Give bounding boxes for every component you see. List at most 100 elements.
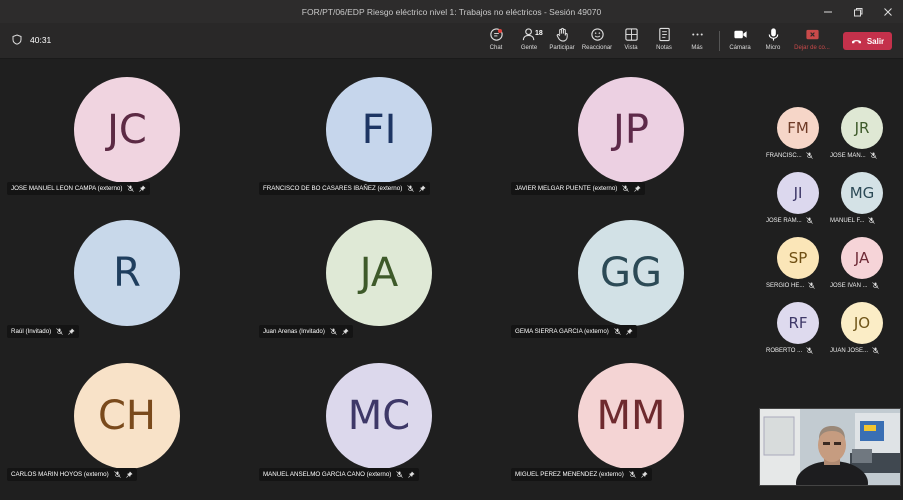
- notes-label: Notas: [656, 45, 672, 51]
- timer-text: 40:31: [30, 34, 52, 45]
- rail-nameplate: JOSE MAN...: [830, 152, 877, 159]
- mic-muted-icon: [805, 152, 813, 159]
- window-title: FOR/PT/06/EDP Riesgo eléctrico nivel 1: …: [301, 6, 602, 17]
- restore-button[interactable]: [843, 0, 873, 23]
- rail-avatar: SP: [777, 237, 819, 279]
- mic-muted-icon: [871, 282, 879, 289]
- self-view-image: [760, 409, 900, 485]
- rail-avatar: JR: [841, 107, 883, 149]
- rail-nameplate: FRANCISC...: [766, 152, 813, 159]
- mic-muted-icon: [407, 185, 415, 192]
- participant-tile[interactable]: GG GEMA SIERRA GARCIA (externo): [511, 219, 751, 357]
- camera-icon: [733, 30, 747, 39]
- people-label: Gente: [520, 45, 538, 51]
- rail-participant[interactable]: JA JOSE IVAN ...: [830, 237, 892, 295]
- react-button[interactable]: Reaccionar: [580, 27, 614, 51]
- rail-participant[interactable]: JO JUAN JOSE...: [830, 302, 892, 360]
- more-icon: [691, 33, 703, 36]
- view-button[interactable]: Vista: [614, 27, 648, 51]
- camera-label: Cámara: [729, 45, 751, 51]
- people-button[interactable]: 18 Gente: [512, 27, 546, 51]
- rail-avatar: RF: [777, 302, 819, 344]
- raise-hand-label: Participar: [549, 45, 575, 51]
- smiley-icon: [590, 28, 604, 41]
- self-view-video[interactable]: [759, 408, 901, 486]
- rail-avatar: JO: [841, 302, 883, 344]
- mic-muted-icon: [806, 347, 813, 354]
- more-label: Más: [691, 45, 703, 51]
- rail-participant-name: ROBERTO ...: [766, 347, 803, 354]
- participant-avatar: JA: [326, 220, 432, 326]
- participant-tile[interactable]: JC JOSE MANUEL LEON CAMPA (externo): [7, 76, 247, 214]
- pin-icon[interactable]: [626, 328, 633, 335]
- pin-icon[interactable]: [68, 328, 75, 335]
- pin-icon[interactable]: [634, 185, 641, 192]
- rail-nameplate: JOSE IVAN ...: [830, 282, 879, 289]
- participant-nameplate: MIGUEL PEREZ MENENDEZ (externo): [511, 468, 652, 481]
- rail-participant[interactable]: MG MANUEL F...: [830, 172, 892, 230]
- chat-unread-badge: [498, 29, 502, 33]
- pin-icon[interactable]: [139, 185, 146, 192]
- rail-participant-name: SERGIO HE...: [766, 282, 805, 289]
- mic-label: Micro: [765, 45, 781, 51]
- title-bar: FOR/PT/06/EDP Riesgo eléctrico nivel 1: …: [0, 0, 903, 23]
- participant-tile[interactable]: JP JAVIER MELGAR PUENTE (externo): [511, 76, 751, 214]
- participant-tile[interactable]: JA Juan Arenas (Invitado): [259, 219, 499, 357]
- mic-muted-icon: [330, 328, 337, 335]
- rail-participant[interactable]: RF ROBERTO ...: [766, 302, 828, 360]
- close-window-button[interactable]: [873, 0, 903, 23]
- notes-button[interactable]: Notas: [647, 27, 681, 51]
- pin-icon[interactable]: [640, 471, 648, 478]
- rail-avatar: MG: [841, 172, 883, 214]
- participant-tile[interactable]: MM MIGUEL PEREZ MENENDEZ (externo): [511, 362, 751, 500]
- people-count: 18: [535, 30, 543, 37]
- pin-icon[interactable]: [125, 471, 133, 478]
- mic-muted-icon: [113, 471, 121, 478]
- view-label: Vista: [624, 45, 638, 51]
- more-button[interactable]: Más: [680, 27, 714, 51]
- shield-icon: [12, 34, 22, 45]
- pin-icon[interactable]: [408, 471, 415, 478]
- mic-muted-icon: [622, 185, 630, 192]
- participant-avatar: MC: [326, 363, 432, 469]
- stop-sharing-button[interactable]: Dejar de co...: [794, 27, 830, 51]
- mic-button[interactable]: Micro: [756, 27, 790, 51]
- participant-tile[interactable]: R Raúl (Invitado): [7, 219, 247, 357]
- participant-name: MIGUEL PEREZ MENENDEZ (externo): [515, 471, 624, 478]
- grid-view-icon: [624, 28, 638, 41]
- rail-participant-name: JOSE IVAN ...: [830, 282, 868, 289]
- participant-nameplate: Raúl (Invitado): [7, 325, 80, 338]
- pin-icon[interactable]: [419, 185, 426, 192]
- participant-tile[interactable]: CH CARLOS MARIN HOYOS (externo): [7, 362, 247, 500]
- mic-muted-icon: [396, 471, 404, 478]
- rail-participant[interactable]: JI JOSE RAM...: [766, 172, 828, 230]
- meeting-timer: 40:31: [12, 34, 51, 45]
- leave-button[interactable]: Salir: [843, 32, 892, 50]
- raise-hand-button[interactable]: Participar: [545, 27, 579, 51]
- pin-icon[interactable]: [342, 328, 349, 335]
- participant-nameplate: MANUEL ANSELMO GARCIA CANO (externo): [259, 468, 420, 481]
- hand-icon: [556, 27, 568, 42]
- participant-nameplate: JOSE MANUEL LEON CAMPA (externo): [7, 182, 151, 195]
- rail-nameplate: ROBERTO ...: [766, 347, 813, 354]
- participant-avatar: GG: [578, 220, 684, 326]
- mic-muted-icon: [614, 328, 621, 335]
- minimize-button[interactable]: [813, 0, 843, 23]
- camera-button[interactable]: Cámara: [723, 27, 757, 51]
- leave-label: Salir: [866, 36, 885, 46]
- rail-participant[interactable]: JR JOSE MAN...: [830, 107, 892, 165]
- rail-avatar: JI: [777, 172, 819, 214]
- participant-name: Raúl (Invitado): [11, 328, 52, 335]
- participant-name: JOSE MANUEL LEON CAMPA (externo): [11, 185, 123, 192]
- participant-tile[interactable]: FI FRANCISCO DE BO CASARES IBAÑEZ (extern…: [259, 76, 499, 214]
- participant-nameplate: JAVIER MELGAR PUENTE (externo): [511, 182, 646, 195]
- react-label: Reaccionar: [581, 45, 613, 51]
- chat-button[interactable]: Chat: [479, 27, 513, 51]
- stop-share-icon: [805, 29, 819, 40]
- rail-participant-name: MANUEL F...: [830, 217, 865, 224]
- rail-participant[interactable]: SP SERGIO HE...: [766, 237, 828, 295]
- participant-name: JAVIER MELGAR PUENTE (externo): [515, 185, 618, 192]
- participant-name: MANUEL ANSELMO GARCIA CANO (externo): [263, 471, 392, 478]
- rail-participant[interactable]: FM FRANCISC...: [766, 107, 828, 165]
- participant-tile[interactable]: MC MANUEL ANSELMO GARCIA CANO (externo): [259, 362, 499, 500]
